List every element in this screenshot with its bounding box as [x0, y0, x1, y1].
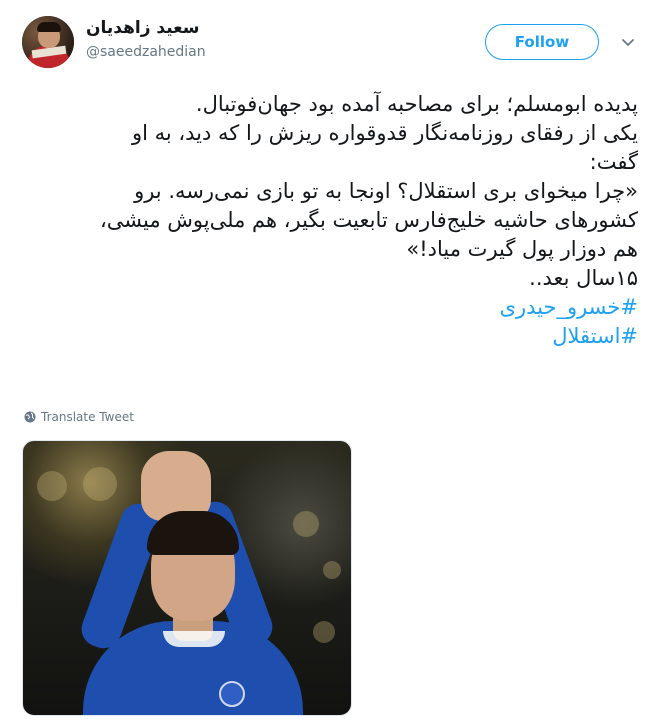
tweet-text: پدیده ابومسلم؛ برای مصاحبه آمده بود جهان… [20, 90, 638, 351]
tweet-line: هم دوزار پول گیرت میاد!» [406, 237, 638, 261]
tweet-line: پدیده ابومسلم؛ برای مصاحبه آمده بود جهان… [195, 92, 638, 116]
globe-icon [24, 411, 36, 423]
tweet-line: گفت: [589, 150, 638, 174]
user-handle[interactable]: @saeedzahedian [86, 44, 206, 60]
tweet-line: یکی از رفقای روزنامه‌نگار قدوقواره ریزش … [131, 121, 638, 145]
follow-button[interactable]: Follow [485, 24, 599, 60]
tweet-line: ۱۵سال بعد.. [529, 266, 638, 290]
tweet-header: سعید زاهدیان @saeedzahedian Follow [0, 0, 666, 80]
hashtag-link[interactable]: #استقلال [20, 322, 638, 351]
translate-label[interactable]: Translate Tweet [41, 410, 134, 424]
hashtag-link[interactable]: #خسرو_حیدری [20, 293, 638, 322]
tweet-photo[interactable] [22, 440, 352, 716]
chevron-down-icon[interactable] [620, 34, 636, 50]
display-name[interactable]: سعید زاهدیان [86, 18, 200, 38]
translate-tweet-link[interactable]: Translate Tweet [24, 410, 134, 424]
tweet-line: «چرا میخوای بری استقلال؟ اونجا به تو باز… [134, 179, 638, 203]
avatar[interactable] [22, 16, 74, 68]
tweet-line: کشورهای حاشیه خلیج‌فارس تابعیت بگیر، هم … [100, 208, 638, 232]
